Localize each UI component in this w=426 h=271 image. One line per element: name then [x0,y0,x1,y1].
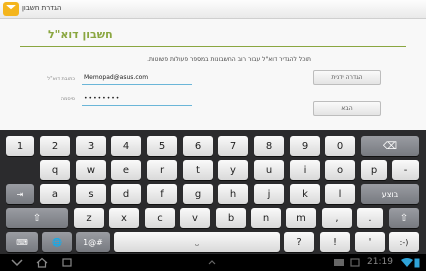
password-field[interactable]: •••••••• [82,93,192,106]
key-x[interactable]: x [109,208,139,228]
actionbar-title: הגדרת חשבון [22,4,62,12]
globe-icon[interactable]: 🌐 [42,232,72,252]
battery-icon [414,258,420,268]
key-c[interactable]: c [145,208,175,228]
key-0[interactable]: 0 [325,136,355,156]
system-bar: 21:19 [0,254,426,271]
key-q[interactable]: q [40,160,70,180]
key-hyphen[interactable]: - [392,160,419,180]
key-9[interactable]: 9 [290,136,320,156]
email-app-icon[interactable] [3,2,19,16]
key-b[interactable]: b [216,208,246,228]
key-s[interactable]: s [76,184,106,204]
recent-apps-icon[interactable] [60,257,74,268]
clock: 21:19 [367,257,393,267]
key-o[interactable]: o [325,160,355,180]
screenshot-icon [350,258,360,267]
key-m[interactable]: m [286,208,316,228]
smiley-key[interactable]: :-) [389,232,419,252]
chevron-up-icon[interactable] [205,257,219,268]
back-icon[interactable] [10,257,24,268]
wifi-icon [401,258,413,267]
key-r[interactable]: r [147,160,177,180]
email-field[interactable]: Memopad@asus.com [82,72,192,85]
key-y[interactable]: y [218,160,248,180]
page-title: חשבון דוא"ל [48,28,113,41]
title-divider [20,46,406,47]
keyboard-settings-key[interactable]: ⌨ [6,232,38,252]
key-1[interactable]: 1 [6,136,34,156]
key-4[interactable]: 4 [111,136,141,156]
key-period[interactable]: . [357,208,383,228]
key-n[interactable]: n [251,208,281,228]
key-2[interactable]: 2 [40,136,70,156]
manual-setup-button[interactable]: הגדרה ידנית [313,70,381,85]
soft-keyboard: 1 2 3 4 5 6 7 8 9 0 ⌫ q w e r t y u i o … [0,130,426,254]
key-3[interactable]: 3 [76,136,106,156]
key-d[interactable]: d [111,184,141,204]
email-label: כתובת דוא"ל [47,76,75,82]
key-exclamation[interactable]: ! [320,232,350,252]
key-g[interactable]: g [183,184,213,204]
key-t[interactable]: t [183,160,213,180]
tab-key[interactable]: ⇥ [6,184,34,204]
key-i[interactable]: i [290,160,320,180]
account-setup-panel: חשבון דוא"ל תוכל להגדיר דוא"ל עבור רוב ה… [0,19,426,130]
key-5[interactable]: 5 [147,136,177,156]
key-6[interactable]: 6 [183,136,213,156]
key-apostrophe[interactable]: ' [355,232,385,252]
keyboard-notification-icon [334,259,344,266]
key-question[interactable]: ? [284,232,314,252]
key-comma[interactable]: , [322,208,352,228]
key-k[interactable]: k [290,184,320,204]
space-key[interactable]: ⎵ [114,232,280,252]
key-7[interactable]: 7 [218,136,248,156]
key-p[interactable]: p [361,160,387,180]
key-j[interactable]: j [254,184,284,204]
home-icon[interactable] [35,257,49,268]
key-u[interactable]: u [254,160,284,180]
key-a[interactable]: a [40,184,70,204]
key-w[interactable]: w [76,160,106,180]
password-label: סיסמה [60,96,75,102]
done-key[interactable]: בוצע [361,184,419,204]
key-l[interactable]: l [325,184,355,204]
shift-key-left[interactable]: ⇧ [6,208,68,228]
symbols-key[interactable]: 1@# [76,232,110,252]
key-e[interactable]: e [111,160,141,180]
key-f[interactable]: f [147,184,177,204]
action-bar: הגדרת חשבון [0,0,426,19]
shift-key-right[interactable]: ⇧ [389,208,419,228]
key-z[interactable]: z [74,208,104,228]
setup-instruction: תוכל להגדיר דוא"ל עבור רוב החשבונות במספ… [147,56,311,63]
key-8[interactable]: 8 [254,136,284,156]
key-v[interactable]: v [180,208,210,228]
key-h[interactable]: h [218,184,248,204]
backspace-key[interactable]: ⌫ [361,136,419,156]
next-button[interactable]: הבא [313,101,381,116]
